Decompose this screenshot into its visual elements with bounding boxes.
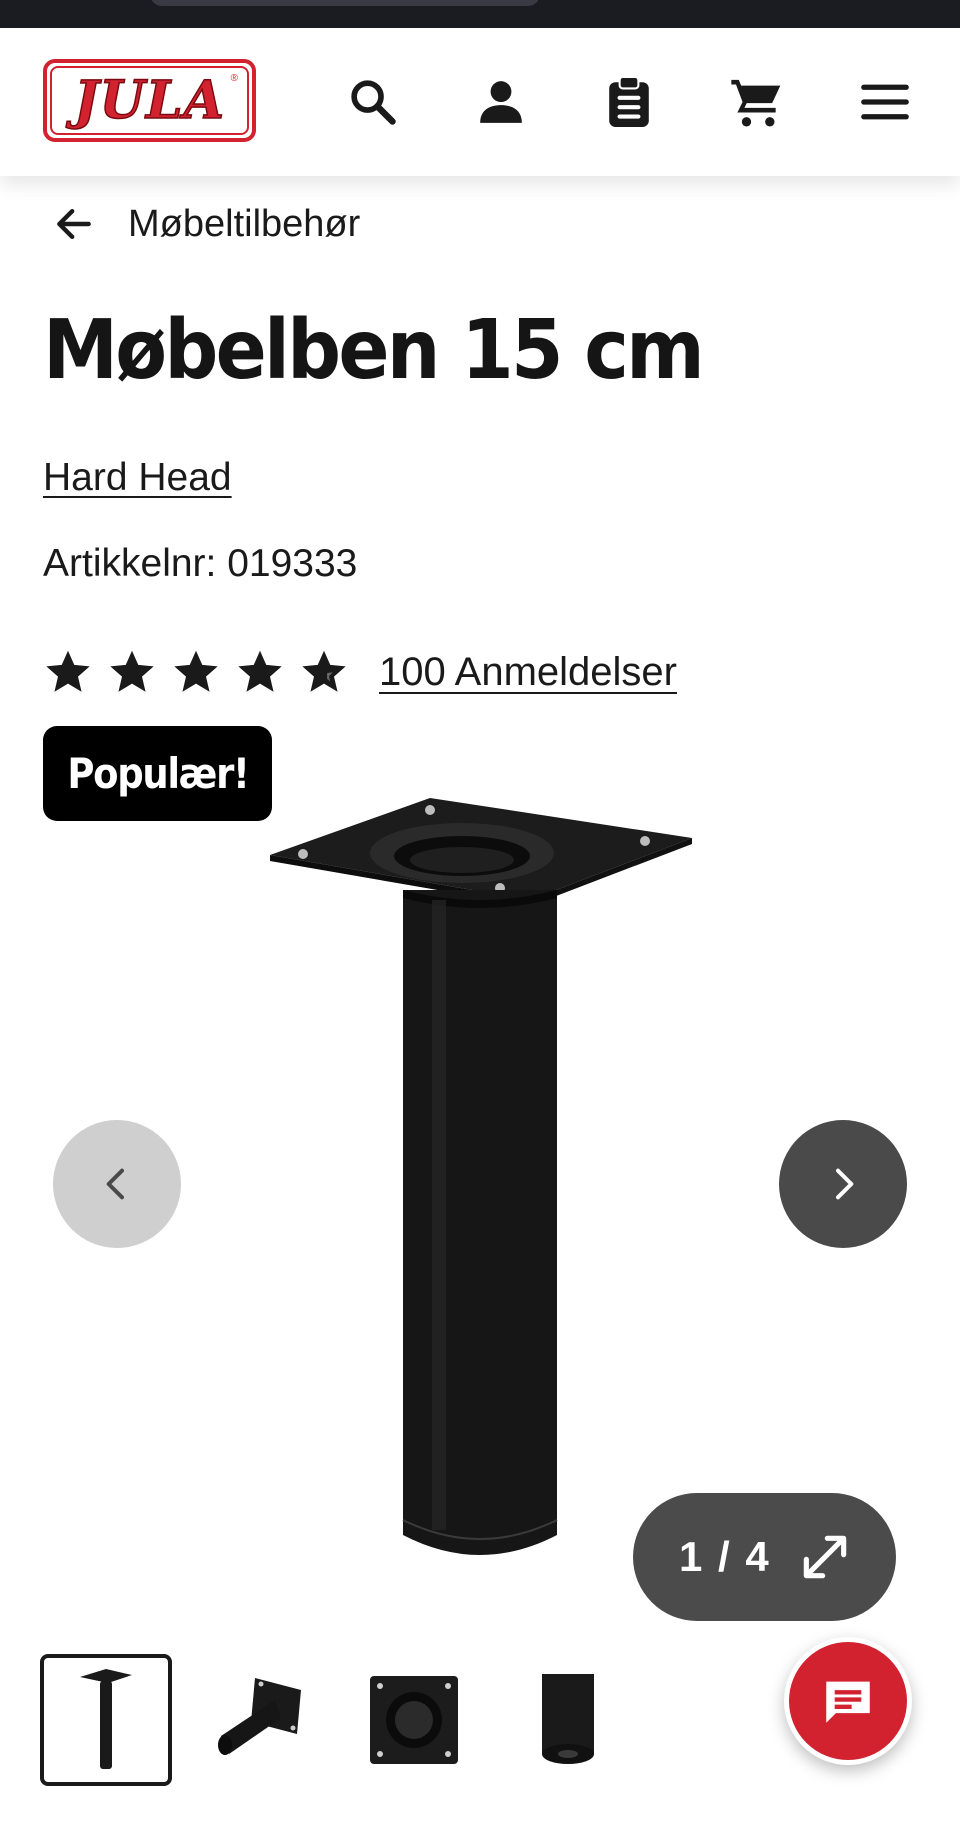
search-button[interactable] [341, 70, 405, 134]
chat-button[interactable] [784, 1637, 912, 1765]
thumbnail-2[interactable] [194, 1654, 326, 1786]
logo-frame: JULA [50, 66, 249, 135]
clipboard-icon [609, 75, 649, 127]
registered-mark: ® [230, 73, 238, 84]
article-number: Artikkelnr: 019333 [43, 542, 358, 585]
arrow-left-icon [57, 208, 91, 240]
star-icon [110, 650, 154, 692]
jula-logo[interactable]: JULA ® [43, 59, 256, 142]
thumbnail-strip [40, 1654, 634, 1786]
star-half-icon [302, 650, 346, 692]
shopping-list-button[interactable] [597, 70, 661, 134]
thumbnail-4[interactable] [502, 1654, 634, 1786]
menu-button[interactable] [853, 70, 917, 134]
account-button[interactable] [469, 70, 533, 134]
star-icon [174, 650, 218, 692]
chevron-right-icon [836, 1168, 854, 1200]
menu-icon [861, 84, 909, 120]
badge-label: Populær! [66, 749, 249, 798]
leg-thumbnail [80, 1669, 132, 1769]
back-arrow-button[interactable] [48, 198, 100, 250]
popular-badge: Populær! [43, 726, 272, 821]
brand-link[interactable]: Hard Head [43, 456, 232, 500]
thumbnail-1[interactable] [40, 1654, 172, 1786]
star-icon [46, 650, 90, 692]
product-rating[interactable]: 100 Anmeldelser [43, 645, 677, 699]
gallery-prev-button[interactable] [53, 1120, 181, 1248]
chat-icon [826, 1681, 870, 1723]
search-icon [351, 80, 396, 125]
cart-button[interactable] [725, 70, 789, 134]
logo-text: JULA [73, 69, 225, 131]
plate-thumbnail [370, 1676, 458, 1764]
reviews-link[interactable]: 100 Anmeldelser [379, 650, 677, 695]
product-image[interactable] [260, 790, 700, 1580]
status-bar-notch [150, 0, 540, 6]
gallery-next-button[interactable] [779, 1120, 907, 1248]
image-counter: 1 / 4 [679, 1533, 771, 1580]
cart-icon [731, 79, 781, 127]
chevron-left-icon [106, 1168, 124, 1200]
status-bar [0, 0, 960, 28]
foot-thumbnail [542, 1674, 594, 1764]
site-header: JULA ® [0, 28, 960, 176]
breadcrumb[interactable]: Møbeltilbehør [48, 198, 360, 250]
product-title: Møbelben 15 cm [43, 303, 705, 398]
gallery-counter-button[interactable]: 1 / 4 [633, 1493, 896, 1621]
expand-icon [803, 1535, 846, 1579]
star-icon [238, 650, 282, 692]
account-icon [480, 81, 522, 123]
leg-angled-thumbnail [218, 1678, 301, 1755]
breadcrumb-category[interactable]: Møbeltilbehør [128, 203, 360, 246]
star-rating [43, 647, 349, 697]
thumbnail-3[interactable] [348, 1654, 480, 1786]
